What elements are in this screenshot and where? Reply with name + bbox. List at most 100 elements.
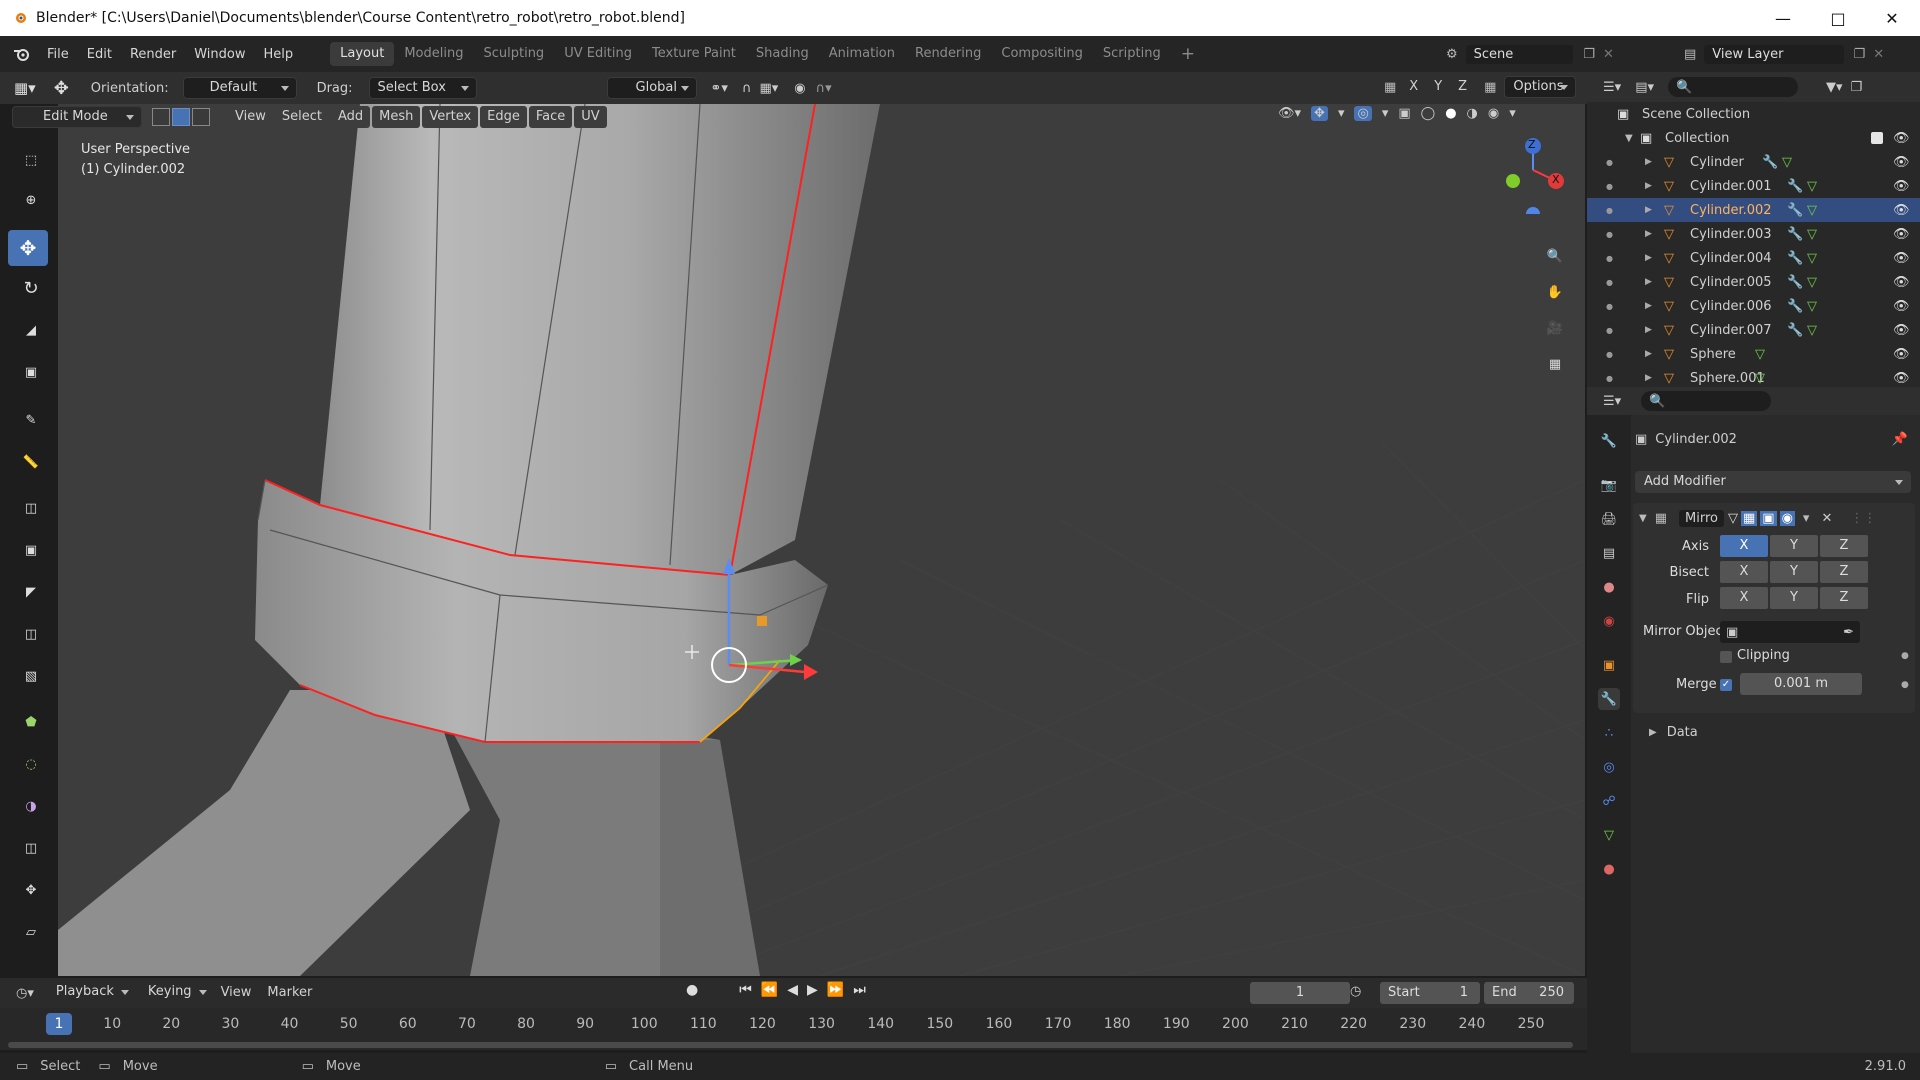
orientation-dropdown[interactable]: Default xyxy=(182,77,297,99)
menu-window[interactable]: Window xyxy=(185,47,254,62)
scene-tab-icon[interactable]: ● xyxy=(1598,576,1620,598)
visibility-icon[interactable]: 👁▾ xyxy=(1278,106,1301,121)
visibility-eye-icon[interactable]: 👁 xyxy=(1893,179,1910,194)
shear-icon[interactable]: ▱ xyxy=(8,914,54,950)
scale-icon[interactable]: ◢ xyxy=(8,312,54,348)
viewport-menu-add[interactable]: Add xyxy=(330,106,371,128)
modifier-dropdown-icon[interactable]: ▾ xyxy=(1803,511,1810,526)
shading-dropdown-icon[interactable]: ▾ xyxy=(1509,106,1516,121)
view-layer-tab-icon[interactable]: ▤ xyxy=(1598,542,1620,564)
modifier-drag-handle-icon[interactable]: ⋮⋮ xyxy=(1850,511,1876,526)
outliner-item[interactable]: ● ▶ ▽ Cylinder 🔧 ▽ 👁 xyxy=(1587,150,1920,174)
visibility-eye-icon[interactable]: 👁 xyxy=(1893,299,1910,314)
collection-expand-icon[interactable]: ▼ xyxy=(1625,133,1633,144)
pivot-icon[interactable]: ⚭▾ xyxy=(711,81,728,96)
axis-x-toggle[interactable]: X xyxy=(1720,535,1768,557)
timeline-menu-playback[interactable]: Playback xyxy=(48,982,136,1004)
flip-y-toggle[interactable]: Y xyxy=(1770,587,1818,609)
mesh-data-tab-icon[interactable]: ▽ xyxy=(1598,824,1620,846)
visibility-eye-icon[interactable]: 👁 xyxy=(1893,347,1910,362)
minimize-button[interactable]: — xyxy=(1755,0,1811,36)
select-dot-icon[interactable]: ● xyxy=(1606,230,1613,239)
edge-select-icon[interactable] xyxy=(172,108,190,126)
3d-viewport[interactable]: User Perspective (1) Cylinder.002 Z X 🔍 … xyxy=(58,104,1585,976)
modifier-icon[interactable]: 🔧 xyxy=(1787,299,1803,314)
collection-visibility-icon[interactable]: 👁 xyxy=(1893,131,1910,146)
modifier-icon[interactable]: 🔧 xyxy=(1787,179,1803,194)
particles-tab-icon[interactable]: ∴ xyxy=(1598,722,1620,744)
annotate-icon[interactable]: ✎ xyxy=(8,402,54,438)
flip-z-toggle[interactable]: Z xyxy=(1820,587,1868,609)
select-dot-icon[interactable]: ● xyxy=(1606,206,1613,215)
drag-dropdown[interactable]: Select Box xyxy=(368,77,477,99)
shrink-fatten-icon[interactable]: ✥ xyxy=(8,872,54,908)
pin-icon[interactable]: 📌 xyxy=(1892,432,1908,447)
material-tab-icon[interactable]: ● xyxy=(1598,858,1620,880)
editor-type-icon[interactable]: ☰▾ xyxy=(1603,80,1621,95)
gizmo-toggle-icon[interactable]: ✥ xyxy=(1311,106,1328,121)
expand-icon[interactable]: ▶ xyxy=(1645,205,1652,215)
play-reverse-icon[interactable]: ◀ xyxy=(787,982,798,998)
expand-icon[interactable]: ▶ xyxy=(1645,277,1652,287)
object-tab-icon[interactable]: ▣ xyxy=(1598,654,1620,676)
viewport-menu-face[interactable]: Face xyxy=(528,106,573,128)
close-button[interactable]: ✕ xyxy=(1864,0,1920,36)
tab-animation[interactable]: Animation xyxy=(819,42,905,66)
viewport-menu-select[interactable]: Select xyxy=(275,106,329,128)
visibility-eye-icon[interactable]: 👁 xyxy=(1893,371,1910,386)
edge-slide-icon[interactable]: ◫ xyxy=(8,830,54,866)
tab-uv-editing[interactable]: UV Editing xyxy=(554,42,642,66)
select-dot-icon[interactable]: ● xyxy=(1606,326,1613,335)
tab-compositing[interactable]: Compositing xyxy=(991,42,1093,66)
expand-icon[interactable]: ▶ xyxy=(1645,301,1652,311)
snap-magnet-icon[interactable]: ∩ xyxy=(742,81,752,96)
modifier-icon[interactable]: 🔧 xyxy=(1762,155,1778,170)
jump-start-icon[interactable]: ⏮ xyxy=(739,982,752,998)
axis-z-toggle[interactable]: Z xyxy=(1820,535,1868,557)
mesh-data-icon[interactable]: ▽ xyxy=(1807,251,1817,266)
mesh-data-icon[interactable]: ▽ xyxy=(1807,227,1817,242)
bisect-z-toggle[interactable]: Z xyxy=(1820,561,1868,583)
expand-icon[interactable]: ▶ xyxy=(1645,325,1652,335)
material-shading-icon[interactable]: ◑ xyxy=(1467,106,1478,121)
modifier-icon[interactable]: 🔧 xyxy=(1787,251,1803,266)
rotate-icon[interactable]: ↻ xyxy=(8,270,54,306)
expand-icon[interactable]: ▶ xyxy=(1645,253,1652,263)
properties-editor-type-icon[interactable]: ☰▾ xyxy=(1603,394,1621,409)
scene-name[interactable]: Scene xyxy=(1465,44,1574,64)
outliner-item[interactable]: ● ▶ ▽ Cylinder.006 🔧 ▽ 👁 xyxy=(1587,294,1920,318)
flip-x-toggle[interactable]: X xyxy=(1720,587,1768,609)
tab-sculpting[interactable]: Sculpting xyxy=(473,42,554,66)
mode-dropdown[interactable]: Edit Mode xyxy=(12,106,142,128)
tool-tab-icon[interactable]: 🔧 xyxy=(1598,430,1620,452)
smooth-icon[interactable]: ◑ xyxy=(8,788,54,824)
mirror-y-toggle[interactable]: Y xyxy=(1427,76,1450,98)
mesh-data-icon[interactable]: ▽ xyxy=(1807,203,1817,218)
inset-icon[interactable]: ▣ xyxy=(8,532,54,568)
merge-keyframe-dot[interactable]: ● xyxy=(1901,680,1909,690)
mesh-data-icon[interactable]: ▽ xyxy=(1807,179,1817,194)
mirror-object-field[interactable]: ▣ ✒ xyxy=(1720,621,1860,643)
gizmo-dropdown-icon[interactable]: ▾ xyxy=(1338,106,1345,121)
jump-end-icon[interactable]: ⏭ xyxy=(853,982,866,998)
expand-icon[interactable]: ▶ xyxy=(1645,229,1652,239)
move-icon[interactable]: ✥ xyxy=(8,230,48,266)
tab-shading[interactable]: Shading xyxy=(746,42,819,66)
transform-orientation-dropdown[interactable]: Global xyxy=(606,77,697,99)
expand-icon[interactable]: ▶ xyxy=(1645,349,1652,359)
scene-selector[interactable]: ⚙ Scene ❐ ✕ xyxy=(1446,42,1614,66)
edit-mode-toggle-icon[interactable]: ▽ xyxy=(1728,511,1738,526)
bevel-icon[interactable]: ◤ xyxy=(8,574,54,610)
select-dot-icon[interactable]: ● xyxy=(1606,182,1613,191)
mirror-x-toggle[interactable]: X xyxy=(1402,76,1426,98)
select-box-icon[interactable]: ⬚ xyxy=(8,142,54,178)
select-dot-icon[interactable]: ● xyxy=(1606,302,1613,311)
properties-search-input[interactable]: 🔍 xyxy=(1641,391,1772,411)
overlay-dropdown-icon[interactable]: ▾ xyxy=(1382,106,1389,121)
outliner-item[interactable]: ● ▶ ▽ Cylinder.003 🔧 ▽ 👁 xyxy=(1587,222,1920,246)
blender-menu-icon[interactable] xyxy=(12,46,32,62)
view-layer-selector[interactable]: ▤ View Layer ❐ ✕ xyxy=(1684,42,1884,66)
overlay-toggle-icon[interactable]: ◎ xyxy=(1354,106,1372,121)
outliner-item[interactable]: ● ▶ ▽ Cylinder.005 🔧 ▽ 👁 xyxy=(1587,270,1920,294)
select-dot-icon[interactable]: ● xyxy=(1606,278,1613,287)
